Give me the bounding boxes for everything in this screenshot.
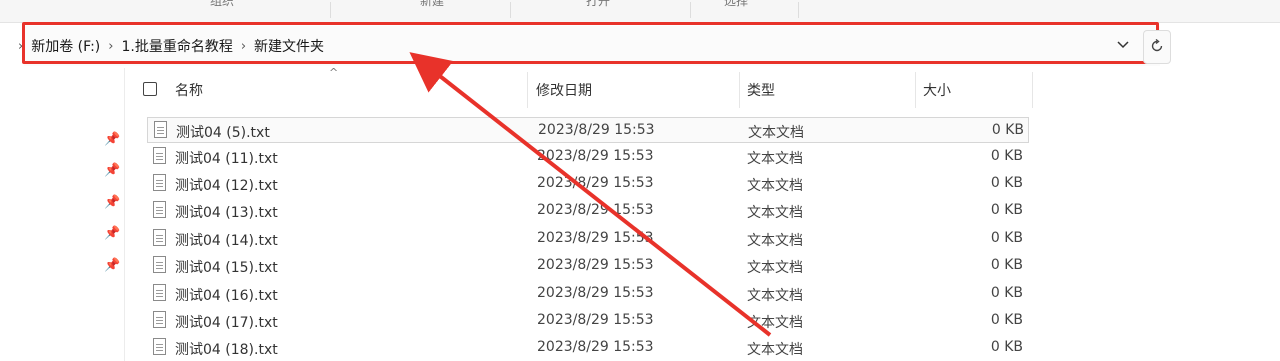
- file-size: 0 KB: [990, 148, 1023, 164]
- file-size: 0 KB: [990, 257, 1023, 273]
- chevron-down-icon[interactable]: [1112, 34, 1134, 56]
- file-modified: 2023/8/29 15:53: [537, 285, 654, 301]
- column-divider[interactable]: [915, 72, 916, 108]
- file-type: 文本文档: [747, 205, 803, 221]
- pin-icon[interactable]: 📌: [104, 258, 120, 273]
- file-size: 0 KB: [990, 285, 1023, 301]
- text-file-icon: [153, 311, 166, 328]
- file-row[interactable]: 测试04 (17).txt 2023/8/29 15:53 文本文档 0 KB: [147, 308, 1029, 334]
- file-name: 测试04 (17).txt: [175, 315, 278, 331]
- file-type: 文本文档: [747, 151, 803, 167]
- column-header-size[interactable]: 大小: [923, 80, 951, 100]
- file-row[interactable]: 测试04 (13).txt 2023/8/29 15:53 文本文档 0 KB: [147, 198, 1029, 224]
- file-modified: 2023/8/29 15:53: [537, 230, 654, 246]
- file-type: 文本文档: [747, 315, 803, 331]
- command-toolbar: 组织 新建 打开 选择: [0, 0, 1280, 23]
- file-type: 文本文档: [747, 342, 803, 358]
- file-row[interactable]: 测试04 (14).txt 2023/8/29 15:53 文本文档 0 KB: [147, 226, 1029, 252]
- refresh-icon: [1150, 38, 1164, 57]
- file-name: 测试04 (16).txt: [175, 288, 278, 304]
- column-header-name[interactable]: 名称: [175, 80, 203, 100]
- sort-caret-icon: ^: [329, 66, 339, 79]
- file-name: 测试04 (14).txt: [175, 233, 278, 249]
- file-list: ^ 名称 修改日期 类型 大小 测试04 (5).txt 2023/8/29 1…: [124, 66, 1280, 361]
- navigation-pane: 📌 📌 📌 📌 📌: [0, 68, 124, 361]
- file-row[interactable]: 测试04 (18).txt 2023/8/29 15:53 文本文档 0 KB: [147, 335, 1029, 361]
- file-size: 0 KB: [991, 122, 1024, 138]
- file-row[interactable]: 测试04 (11).txt 2023/8/29 15:53 文本文档 0 KB: [147, 144, 1029, 170]
- file-name: 测试04 (18).txt: [175, 342, 278, 358]
- chevron-right-icon[interactable]: ›: [241, 39, 246, 54]
- file-modified: 2023/8/29 15:53: [537, 202, 654, 218]
- pin-icon[interactable]: 📌: [104, 132, 120, 147]
- file-row[interactable]: 测试04 (12).txt 2023/8/29 15:53 文本文档 0 KB: [147, 171, 1029, 197]
- text-file-icon: [153, 147, 166, 164]
- breadcrumb-folder-new[interactable]: 新建文件夹: [254, 36, 324, 56]
- breadcrumb: › 新加卷 (F:) › 1.批量重命名教程 › 新建文件夹: [18, 36, 324, 56]
- toolbar-select-button[interactable]: 选择: [724, 0, 748, 22]
- text-file-icon: [153, 338, 166, 355]
- text-file-icon: [153, 229, 166, 246]
- file-type: 文本文档: [747, 260, 803, 276]
- chevron-right-icon[interactable]: ›: [18, 39, 23, 54]
- file-modified: 2023/8/29 15:53: [537, 339, 654, 355]
- text-file-icon: [153, 201, 166, 218]
- text-file-icon: [153, 284, 166, 301]
- file-row[interactable]: 测试04 (16).txt 2023/8/29 15:53 文本文档 0 KB: [147, 281, 1029, 307]
- file-modified: 2023/8/29 15:53: [537, 148, 654, 164]
- breadcrumb-folder-tutorial[interactable]: 1.批量重命名教程: [121, 36, 232, 56]
- text-file-icon: [153, 174, 166, 191]
- file-row[interactable]: 测试04 (5).txt 2023/8/29 15:53 文本文档 0 KB: [147, 117, 1029, 143]
- file-name: 测试04 (12).txt: [175, 178, 278, 194]
- select-all-checkbox[interactable]: [143, 82, 157, 96]
- file-row[interactable]: 测试04 (15).txt 2023/8/29 15:53 文本文档 0 KB: [147, 253, 1029, 279]
- toolbar-organize-button[interactable]: 组织: [210, 0, 234, 22]
- file-name: 测试04 (5).txt: [176, 125, 270, 141]
- toolbar-new-button[interactable]: 新建: [420, 0, 444, 22]
- file-modified: 2023/8/29 15:53: [537, 257, 654, 273]
- file-modified: 2023/8/29 15:53: [537, 175, 654, 191]
- toolbar-divider: [798, 2, 799, 18]
- file-modified: 2023/8/29 15:53: [537, 312, 654, 328]
- toolbar-divider: [510, 2, 511, 18]
- breadcrumb-drive[interactable]: 新加卷 (F:): [31, 36, 100, 56]
- address-bar[interactable]: › 新加卷 (F:) › 1.批量重命名教程 › 新建文件夹: [18, 26, 1160, 66]
- file-type: 文本文档: [747, 288, 803, 304]
- file-size: 0 KB: [990, 312, 1023, 328]
- file-size: 0 KB: [990, 230, 1023, 246]
- column-header-modified[interactable]: 修改日期: [536, 80, 592, 100]
- toolbar-open-button[interactable]: 打开: [586, 0, 610, 22]
- file-type: 文本文档: [747, 233, 803, 249]
- file-name: 测试04 (11).txt: [175, 151, 278, 167]
- column-header-type[interactable]: 类型: [747, 80, 775, 100]
- column-divider[interactable]: [527, 72, 528, 108]
- column-header-row: ^ 名称 修改日期 类型 大小: [125, 66, 1035, 110]
- pin-icon[interactable]: 📌: [104, 163, 120, 178]
- column-divider[interactable]: [1032, 72, 1033, 108]
- file-type: 文本文档: [747, 178, 803, 194]
- toolbar-divider: [330, 2, 331, 18]
- file-modified: 2023/8/29 15:53: [538, 122, 655, 138]
- text-file-icon: [154, 121, 167, 138]
- file-name: 测试04 (13).txt: [175, 205, 278, 221]
- file-type: 文本文档: [748, 125, 804, 141]
- chevron-right-icon[interactable]: ›: [108, 39, 113, 54]
- file-size: 0 KB: [990, 339, 1023, 355]
- pin-icon[interactable]: 📌: [104, 195, 120, 210]
- file-size: 0 KB: [990, 202, 1023, 218]
- text-file-icon: [153, 256, 166, 273]
- file-size: 0 KB: [990, 175, 1023, 191]
- column-divider[interactable]: [739, 72, 740, 108]
- toolbar-divider: [690, 2, 691, 18]
- file-name: 测试04 (15).txt: [175, 260, 278, 276]
- pin-icon[interactable]: 📌: [104, 226, 120, 241]
- refresh-button[interactable]: [1143, 30, 1171, 64]
